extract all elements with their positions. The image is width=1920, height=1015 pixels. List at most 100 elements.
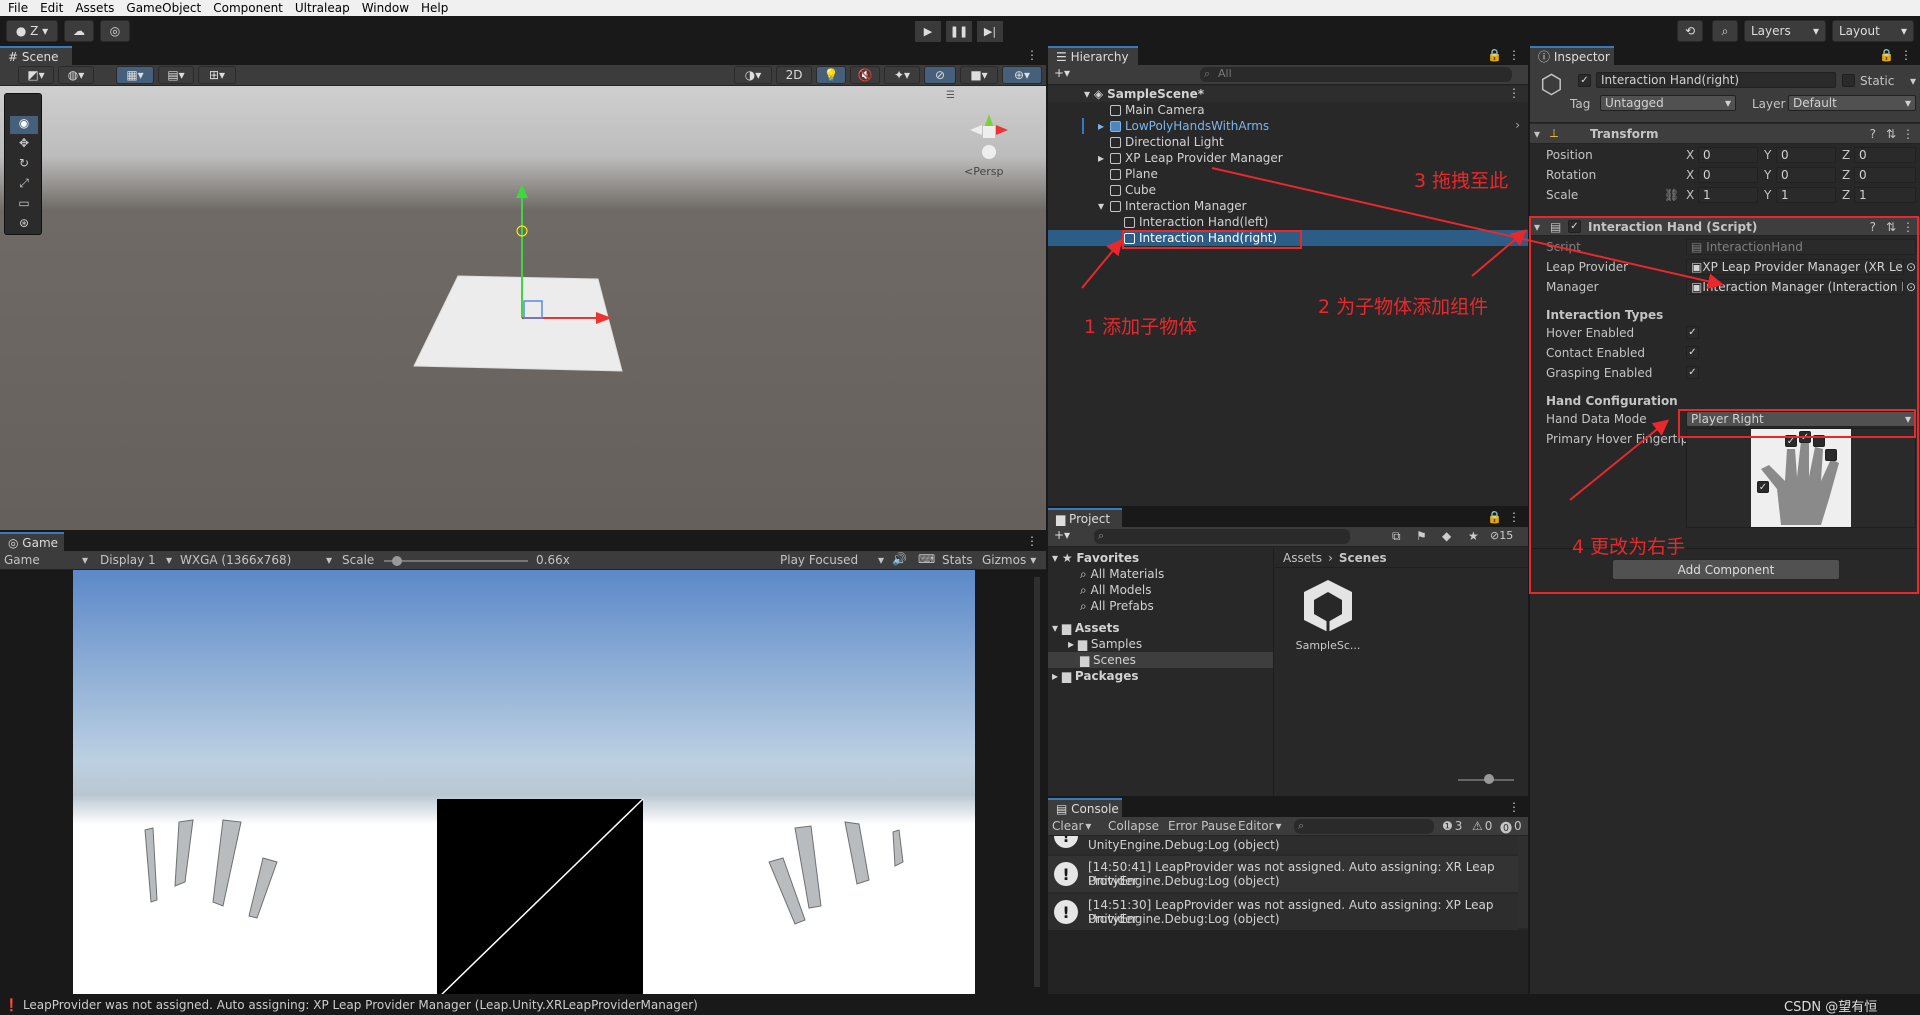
hidden-count[interactable]: ⊘15 — [1490, 529, 1513, 542]
list-item[interactable]: Interaction Hand(left) — [1048, 214, 1528, 230]
rotate-tool-icon[interactable]: ↻ — [10, 156, 38, 174]
tab-hierarchy[interactable]: ☰ Hierarchy — [1048, 46, 1138, 65]
projection-label[interactable]: <Persp — [964, 165, 1003, 178]
grid-snap-button[interactable]: ▦▾ — [116, 66, 154, 84]
menu-help[interactable]: Help — [421, 1, 448, 15]
leap-provider-field[interactable]: ▣ XP Leap Provider Manager (XR Lea — [1686, 259, 1904, 275]
star-icon[interactable]: ★ — [1468, 529, 1479, 543]
pause-button[interactable]: ❚❚ — [946, 21, 972, 42]
collab-button[interactable]: ◎ — [100, 20, 130, 42]
object-name-field[interactable]: Interaction Hand(right) — [1596, 72, 1836, 88]
menu-window[interactable]: Window — [362, 1, 409, 15]
align-button[interactable]: ⊞▾ — [198, 66, 236, 84]
position-y-field[interactable]: 0 — [1776, 147, 1836, 163]
icon-size-slider-thumb[interactable] — [1484, 774, 1494, 784]
menu-assets[interactable]: Assets — [75, 1, 114, 15]
rotation-y-field[interactable]: 0 — [1776, 167, 1836, 183]
step-button[interactable]: ▶| — [977, 21, 1003, 42]
more-menu-icon[interactable]: ⋮ — [1902, 220, 1914, 234]
scale-x-field[interactable]: 1 — [1698, 187, 1758, 203]
more-menu-icon[interactable]: ⋮ — [1026, 534, 1038, 548]
history-button[interactable]: ⟲ — [1677, 20, 1703, 42]
list-item[interactable]: ▸ ▆ Samples — [1048, 636, 1273, 652]
object-picker-icon[interactable]: ⊙ — [1906, 280, 1916, 294]
static-checkbox[interactable] — [1842, 74, 1855, 87]
fingertip-thumb-checkbox[interactable]: ✓ — [1757, 481, 1769, 493]
tab-game[interactable]: ◎ Game — [0, 532, 64, 551]
rotation-x-field[interactable]: 0 — [1698, 167, 1758, 183]
fingertip-middle-checkbox[interactable]: ✓ — [1799, 431, 1811, 443]
effects-button[interactable]: ✦▾ — [884, 66, 920, 84]
game-mode-dropdown[interactable]: Game ▾ — [4, 553, 88, 567]
assets-row[interactable]: ▾ ▆ Assets — [1048, 620, 1273, 636]
tab-inspector[interactable]: ⓘ Inspector — [1530, 46, 1614, 65]
contact-enabled-checkbox[interactable]: ✓ — [1686, 346, 1699, 359]
scene-row[interactable]: ▾ ◈ SampleScene* — [1048, 86, 1528, 102]
list-item[interactable]: ▸ XP Leap Provider Manager — [1048, 150, 1528, 166]
list-item[interactable]: Main Camera — [1048, 102, 1528, 118]
shading-button[interactable]: ◑▾ — [734, 66, 772, 84]
game-viewport[interactable] — [73, 570, 975, 994]
list-item[interactable]: ⌕ All Prefabs — [1048, 598, 1273, 614]
list-item-selected[interactable]: ▆ Scenes — [1048, 652, 1273, 668]
more-menu-icon[interactable]: ⋮ — [1026, 48, 1038, 62]
log-entry[interactable]: ! [14:50:41] LeapProvider was not assign… — [1048, 856, 1518, 892]
log-count-toggle[interactable]: ❶3 — [1442, 819, 1462, 833]
view-tool-icon[interactable]: ◉ — [10, 116, 38, 134]
more-menu-icon[interactable]: ⋮ — [1508, 510, 1520, 524]
manager-field[interactable]: ▣ Interaction Manager (Interaction M — [1686, 279, 1904, 295]
add-component-button[interactable]: Add Component — [1612, 559, 1840, 580]
lock-icon[interactable]: 🔒 — [1487, 510, 1502, 524]
breadcrumb-current[interactable]: Scenes — [1339, 551, 1387, 565]
display-dropdown[interactable]: Display 1 ▾ — [100, 553, 172, 567]
log-entry[interactable]: ! [14:51:30] LeapProvider was not assign… — [1048, 894, 1518, 930]
list-item[interactable]: ⌕ All Materials — [1048, 566, 1273, 582]
lock-icon[interactable]: 🔒 — [1879, 48, 1894, 62]
scale-y-field[interactable]: 1 — [1776, 187, 1836, 203]
preset-icon[interactable]: ⇅ — [1886, 220, 1896, 234]
asset-tile[interactable]: SampleSc... — [1288, 576, 1368, 666]
more-menu-icon[interactable]: ⋮ — [1508, 48, 1520, 62]
scale-z-field[interactable]: 1 — [1854, 187, 1916, 203]
add-icon[interactable]: +▾ — [1054, 528, 1070, 542]
rotation-z-field[interactable]: 0 — [1854, 167, 1916, 183]
scene-viewport[interactable]: ☰ <Persp — [0, 86, 1046, 530]
status-bar[interactable]: ❗ LeapProvider was not assigned. Auto as… — [0, 994, 1920, 1015]
favorites-row[interactable]: ▾ ★ Favorites — [1048, 550, 1273, 566]
scale-tool-icon[interactable]: ⤢ — [10, 176, 38, 194]
fingertip-index-checkbox[interactable]: ✓ — [1785, 435, 1797, 447]
static-dropdown-icon[interactable]: ▾ — [1910, 74, 1916, 88]
list-item[interactable]: ⌕ All Models — [1048, 582, 1273, 598]
position-z-field[interactable]: 0 — [1854, 147, 1916, 163]
play-button[interactable]: ▶ — [915, 21, 941, 42]
list-item[interactable]: ▸ LowPolyHandsWithArms — [1048, 118, 1528, 134]
link-icon[interactable]: ⛓ — [1664, 188, 1679, 202]
menu-icon[interactable]: ☰ — [946, 90, 955, 101]
breadcrumb-root[interactable]: Assets — [1283, 551, 1322, 565]
rect-tool-icon[interactable]: ▭ — [10, 196, 38, 214]
log-entry[interactable]: ! UnityEngine.Debug:Log (object) — [1048, 836, 1518, 854]
camera-button[interactable]: ■▾ — [960, 66, 998, 84]
fingertip-ring-checkbox[interactable] — [1813, 435, 1825, 447]
more-menu-icon[interactable]: ⋮ — [1902, 127, 1914, 141]
filter-label-icon[interactable]: ⚑ — [1416, 529, 1427, 543]
move-tool-icon[interactable]: ✥ — [10, 136, 38, 154]
stats-button[interactable]: Stats — [942, 553, 973, 567]
hierarchy-search-input[interactable]: ⌕ All — [1200, 67, 1512, 82]
search-button[interactable]: ⌕ — [1712, 20, 1738, 42]
tag-dropdown[interactable]: Untagged ▾ — [1600, 95, 1736, 111]
help-icon[interactable]: ? — [1870, 127, 1876, 141]
tab-console[interactable]: ▤ Console — [1048, 798, 1122, 817]
component-header[interactable]: ▾ ▤ ✓ Interaction Hand (Script) ? ⇅ ⋮ — [1530, 216, 1920, 236]
prefab-open-icon[interactable]: › — [1515, 118, 1520, 132]
gizmos-dropdown[interactable]: Gizmos ▾ — [982, 553, 1036, 567]
console-search-input[interactable]: ⌕ — [1294, 819, 1434, 834]
project-search-input[interactable]: ⌕ — [1094, 529, 1350, 544]
transform-header[interactable]: ▾ ⟂ Transform ? ⇅ ⋮ — [1530, 124, 1920, 144]
help-icon[interactable]: ? — [1870, 220, 1876, 234]
active-checkbox[interactable]: ✓ — [1578, 74, 1591, 87]
more-menu-icon[interactable]: ⋮ — [1900, 48, 1912, 62]
audio-toggle[interactable]: 🔇 — [850, 66, 880, 84]
error-pause-toggle[interactable]: Error Pause — [1168, 819, 1236, 833]
layer-dropdown[interactable]: Default ▾ — [1788, 95, 1916, 111]
